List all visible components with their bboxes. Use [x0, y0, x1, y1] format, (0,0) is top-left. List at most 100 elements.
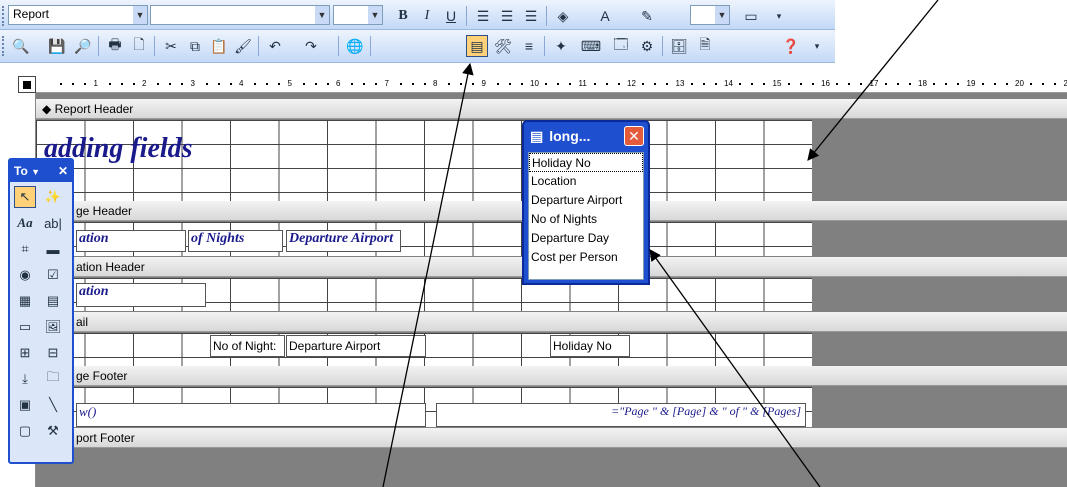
- report-header-band[interactable]: ◆ Report Header: [36, 99, 1067, 119]
- toolbox-icon[interactable]: 🛠: [492, 35, 514, 57]
- toolbar-options-icon[interactable]: ▾: [768, 5, 790, 27]
- report-footer-band[interactable]: port Footer: [36, 428, 1067, 448]
- ruler-tick: [787, 83, 790, 85]
- chevron-down-icon[interactable]: ▼: [31, 167, 40, 177]
- option-button-icon[interactable]: ◉: [14, 264, 36, 286]
- line-color-icon[interactable]: ✎: [636, 5, 658, 27]
- cut-icon[interactable]: ✂: [160, 35, 182, 57]
- unbound-object-icon[interactable]: ⊞: [14, 342, 36, 364]
- ruler-number: 19: [966, 79, 976, 88]
- field-item-cost-per-person[interactable]: Cost per Person: [529, 248, 643, 267]
- holiday-no-field[interactable]: Holiday No: [550, 335, 630, 357]
- font-name-combo[interactable]: ▼: [150, 5, 330, 25]
- field-item-departure-airport[interactable]: Departure Airport: [529, 191, 643, 210]
- nights-label[interactable]: of Nights: [188, 230, 283, 252]
- image-tool-icon[interactable]: 🖼: [42, 316, 64, 338]
- label-tool-icon[interactable]: Aa: [14, 212, 36, 234]
- toolbar-grip[interactable]: [2, 36, 6, 56]
- help-icon[interactable]: ❓: [780, 35, 802, 57]
- toolbar-grip[interactable]: [2, 6, 6, 26]
- ruler-tick: [254, 83, 257, 85]
- toolbox-titlebar[interactable]: To ▼ ✕: [10, 160, 72, 182]
- toggle-button-icon[interactable]: ▬: [42, 238, 64, 260]
- option-group-icon[interactable]: ⌗: [14, 238, 36, 260]
- location-label[interactable]: ation: [76, 230, 186, 252]
- save-icon[interactable]: 💾: [46, 35, 68, 57]
- field-list-window[interactable]: ▤ long... ✕ Holiday No Location Departur…: [522, 120, 650, 285]
- line-tool-icon[interactable]: ╲: [42, 394, 64, 416]
- toolbar-options-icon[interactable]: ▾: [806, 35, 828, 57]
- horizontal-ruler: 123456789101112131415161718192021: [36, 76, 1067, 93]
- build-icon[interactable]: ⚙: [636, 35, 658, 57]
- properties-icon[interactable]: 🗔: [610, 35, 632, 57]
- underline-button[interactable]: U: [440, 5, 462, 27]
- autoformat-icon[interactable]: ✦: [550, 35, 572, 57]
- field-item-departure-day[interactable]: Departure Day: [529, 229, 643, 248]
- close-icon[interactable]: ✕: [624, 126, 644, 146]
- database-window-icon[interactable]: 🗄: [668, 35, 690, 57]
- sorting-grouping-icon[interactable]: ≡: [518, 35, 540, 57]
- page-number-field[interactable]: ="Page " & [Page] & " of " & [Pages]: [436, 403, 806, 427]
- combo-box-icon[interactable]: ▦: [14, 290, 36, 312]
- bold-button[interactable]: B: [392, 5, 414, 27]
- redo-icon[interactable]: ↷: [300, 35, 322, 57]
- field-item-no-of-nights[interactable]: No of Nights: [529, 210, 643, 229]
- date-field[interactable]: w(): [76, 403, 426, 427]
- more-controls-icon[interactable]: ⚒: [42, 420, 64, 442]
- ruler-tick: [1042, 83, 1045, 85]
- new-object-icon[interactable]: 🗎: [694, 35, 716, 57]
- code-icon[interactable]: ⌨: [580, 35, 602, 57]
- location-field[interactable]: ation: [76, 283, 206, 307]
- page-footer-band[interactable]: ge Footer: [36, 366, 1067, 386]
- undo-icon[interactable]: ↶: [264, 35, 286, 57]
- departure-airport-label[interactable]: Departure Airport: [286, 230, 401, 252]
- bound-object-icon[interactable]: ⊟: [42, 342, 64, 364]
- rectangle-tool-icon[interactable]: ▢: [14, 420, 36, 442]
- detail-band[interactable]: ail: [36, 312, 1067, 332]
- field-item-location[interactable]: Location: [529, 172, 643, 191]
- fill-color-icon[interactable]: ◈: [552, 5, 574, 27]
- toolbox-window[interactable]: To ▼ ✕ ↖ ✨ Aa ab| ⌗ ▬ ◉ ☑ ▦ ▤ ▭ 🖼 ⊞ ⊟ ⤓ …: [8, 158, 74, 464]
- paste-icon[interactable]: 📋: [208, 35, 230, 57]
- ruler-tick: [993, 83, 996, 85]
- control-wizards-icon[interactable]: ✨: [42, 186, 64, 208]
- list-box-icon[interactable]: ▤: [42, 290, 64, 312]
- departure-airport-field[interactable]: Departure Airport: [286, 335, 426, 357]
- no-of-nights-field[interactable]: No of Night:: [210, 335, 285, 357]
- page-break-icon[interactable]: ⤓: [14, 368, 36, 390]
- italic-button[interactable]: I: [416, 5, 438, 27]
- subform-icon[interactable]: ▣: [14, 394, 36, 416]
- search-icon[interactable]: 🔎: [72, 35, 94, 57]
- field-list-icon[interactable]: ▤: [466, 35, 488, 57]
- select-objects-icon[interactable]: ↖: [14, 186, 36, 208]
- font-color-icon[interactable]: A: [594, 5, 616, 27]
- textbox-tool-icon[interactable]: ab|: [42, 212, 64, 234]
- insert-hyperlink-icon[interactable]: 🌐: [344, 35, 366, 57]
- field-item-holiday-no[interactable]: Holiday No: [529, 153, 643, 172]
- command-button-icon[interactable]: ▭: [14, 316, 36, 338]
- ruler-tick: [666, 83, 669, 85]
- font-size-combo[interactable]: ▼: [333, 5, 383, 25]
- line-width-combo[interactable]: ▼: [690, 5, 730, 25]
- chevron-down-icon[interactable]: ▼: [133, 6, 147, 24]
- chevron-down-icon[interactable]: ▼: [368, 6, 382, 24]
- copy-icon[interactable]: ⧉: [184, 35, 206, 57]
- print-preview-icon[interactable]: 🗋: [128, 35, 150, 57]
- format-painter-icon[interactable]: 🖌: [232, 35, 254, 57]
- view-icon[interactable]: 🔍: [10, 35, 32, 57]
- ruler-number: 18: [918, 79, 927, 88]
- align-left-icon[interactable]: ☰: [472, 5, 494, 27]
- close-icon[interactable]: ✕: [58, 164, 68, 178]
- chevron-down-icon[interactable]: ▼: [315, 6, 329, 24]
- chevron-down-icon[interactable]: ▼: [715, 6, 729, 24]
- print-icon[interactable]: 🖶: [104, 35, 126, 57]
- align-center-icon[interactable]: ☰: [496, 5, 518, 27]
- object-combo[interactable]: Report ▼: [8, 5, 148, 25]
- special-effect-icon[interactable]: ▭: [740, 5, 762, 27]
- check-box-icon[interactable]: ☑: [42, 264, 64, 286]
- align-right-icon[interactable]: ☰: [520, 5, 542, 27]
- select-report-box[interactable]: [18, 76, 36, 93]
- ruler-tick: [945, 83, 948, 85]
- tab-control-icon[interactable]: 🗀: [42, 368, 64, 390]
- ruler-tick: [617, 83, 620, 85]
